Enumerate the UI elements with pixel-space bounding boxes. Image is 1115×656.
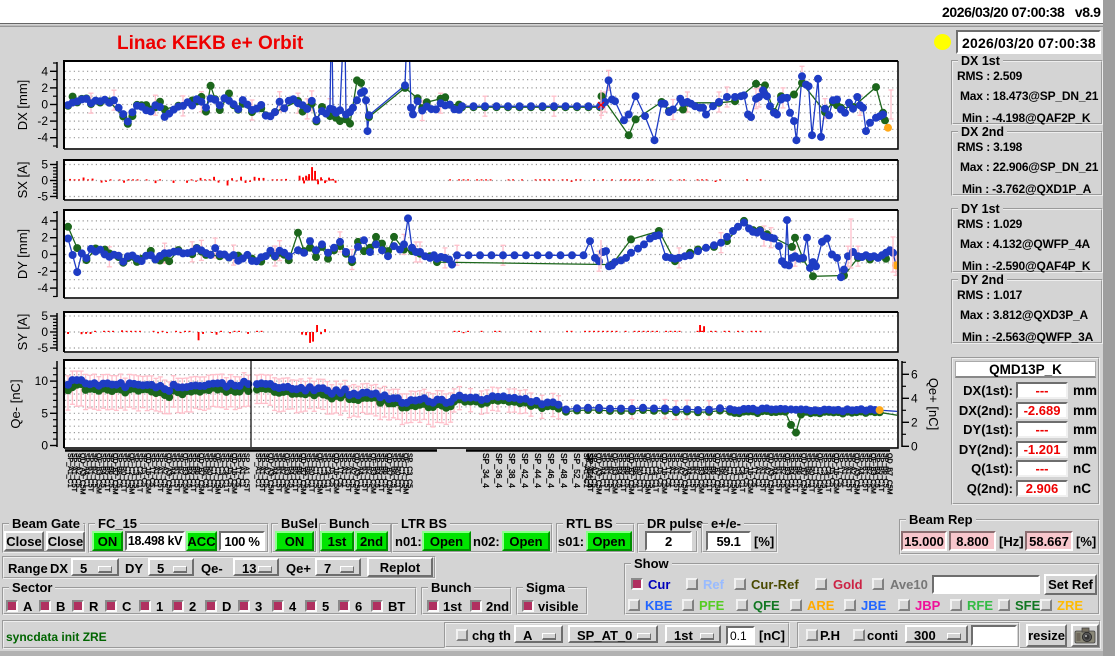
svg-text:10: 10 — [35, 374, 49, 388]
svg-text:-2: -2 — [37, 114, 48, 128]
svg-text:2: 2 — [41, 81, 48, 95]
svg-text:2: 2 — [911, 415, 918, 429]
svg-text:-5: -5 — [37, 341, 48, 355]
svg-text:0: 0 — [41, 98, 48, 112]
svg-text:SX [A]: SX [A] — [15, 162, 30, 199]
svg-text:4: 4 — [41, 214, 48, 228]
svg-text:SP_52_4: SP_52_4 — [572, 453, 582, 488]
svg-text:-4: -4 — [37, 281, 48, 295]
svg-text:SP_42_4: SP_42_4 — [520, 453, 530, 488]
svg-text:SP_A1_C5T: SP_A1_C5T — [242, 453, 249, 493]
svg-text:SP_C3_C5: SP_C3_C5 — [406, 453, 413, 488]
svg-text:QD_B7_C5M: QD_B7_C5M — [885, 453, 892, 495]
svg-text:SP_46_4: SP_46_4 — [546, 453, 556, 488]
svg-text:SP_38_4: SP_38_4 — [507, 453, 517, 488]
svg-text:5: 5 — [41, 158, 48, 172]
svg-text:-5: -5 — [37, 190, 48, 204]
svg-text:DY [mm]: DY [mm] — [15, 229, 30, 279]
svg-text:6: 6 — [911, 367, 918, 381]
svg-text:-2: -2 — [37, 264, 48, 278]
svg-text:0: 0 — [41, 439, 48, 453]
svg-text:0: 0 — [41, 325, 48, 339]
svg-text:4: 4 — [911, 391, 918, 405]
svg-text:4: 4 — [41, 64, 48, 78]
svg-text:0: 0 — [911, 439, 918, 453]
svg-text:5: 5 — [41, 309, 48, 323]
svg-text:Qe- [nC]: Qe- [nC] — [8, 379, 23, 428]
svg-text:SY [A]: SY [A] — [15, 314, 30, 351]
svg-text:Qe+ [nC]: Qe+ [nC] — [926, 378, 941, 430]
svg-text:SP_48_4: SP_48_4 — [559, 453, 569, 488]
svg-text:SP_44_4: SP_44_4 — [533, 453, 543, 488]
svg-text:5: 5 — [41, 406, 48, 420]
svg-text:SP_36_4: SP_36_4 — [494, 453, 504, 488]
svg-text:0: 0 — [41, 248, 48, 262]
svg-text:-4: -4 — [37, 131, 48, 145]
svg-text:2: 2 — [41, 231, 48, 245]
svg-text:SP_34_4: SP_34_4 — [481, 453, 491, 488]
svg-text:0: 0 — [41, 174, 48, 188]
svg-text:DX [mm]: DX [mm] — [15, 80, 30, 131]
